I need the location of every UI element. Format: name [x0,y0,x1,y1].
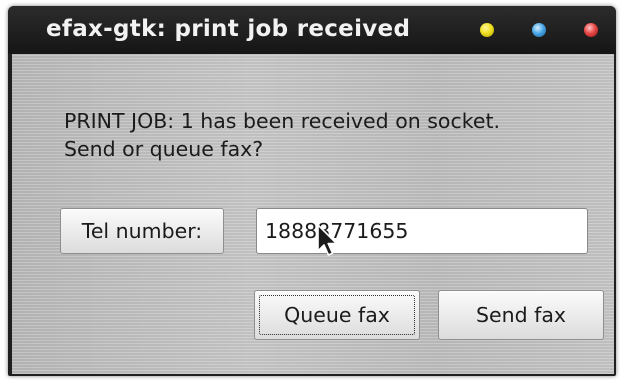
message-text: PRINT JOB: 1 has been received on socket… [64,107,604,163]
send-fax-button-label: Send fax [475,303,567,327]
maximize-icon[interactable] [532,23,546,37]
send-fax-button[interactable]: Send fax [438,290,604,340]
tel-number-input[interactable] [256,208,588,254]
title-bar[interactable]: efax-gtk: print job received [8,6,616,54]
mouse-pointer-icon [317,224,338,256]
focus-ring [259,295,415,335]
message-line-2: Send or queue fax? [64,137,264,161]
queue-fax-button[interactable]: Queue fax [254,290,420,340]
minimize-icon[interactable] [480,23,494,37]
tel-number-button-label: Tel number: [81,219,203,243]
message-line-1: PRINT JOB: 1 has been received on socket… [64,109,501,133]
print-job-dialog-window: efax-gtk: print job received PRINT JOB: … [8,6,616,376]
window-title: efax-gtk: print job received [46,16,411,42]
close-icon[interactable] [584,23,598,37]
tel-number-button[interactable]: Tel number: [60,208,224,254]
dialog-content: PRINT JOB: 1 has been received on socket… [12,54,614,374]
